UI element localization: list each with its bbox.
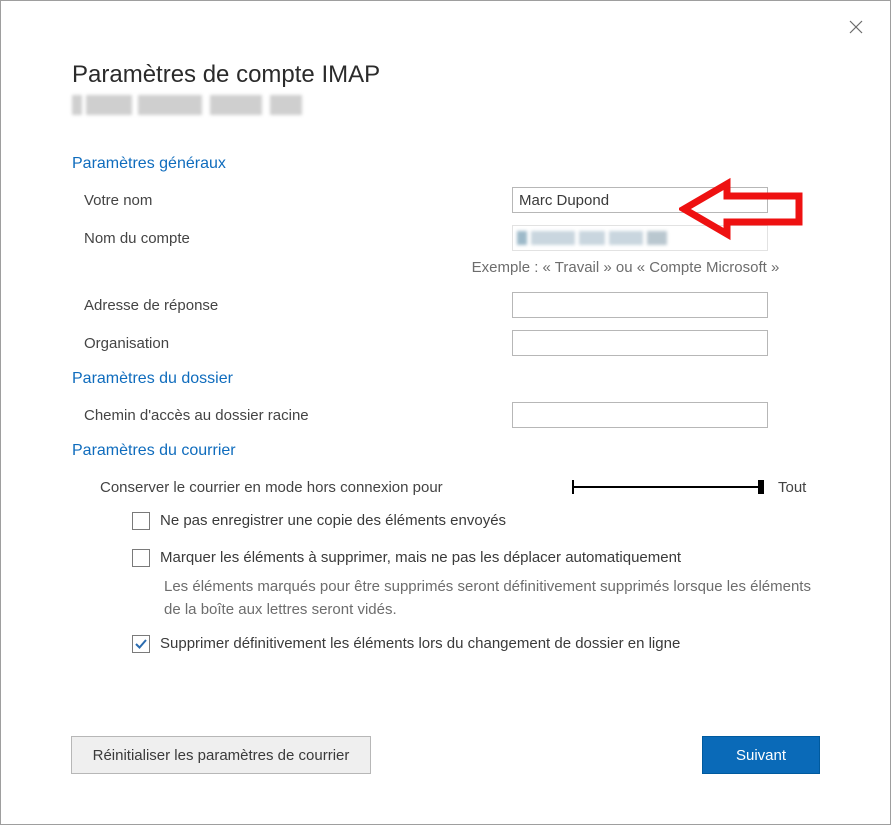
section-folder-heading: Paramètres du dossier [72, 370, 819, 388]
next-button[interactable]: Suivant [702, 736, 820, 774]
offline-duration-label: Conserver le courrier en mode hors conne… [72, 479, 572, 496]
root-path-label: Chemin d'accès au dossier racine [72, 407, 512, 424]
mark-delete-helper: Les éléments marqués pour être supprimés… [72, 576, 819, 625]
no-save-sent-checkbox[interactable] [132, 512, 150, 530]
account-name-example-hint: Exemple : « Travail » ou « Compte Micros… [432, 259, 819, 276]
reply-address-input[interactable] [512, 292, 768, 318]
your-name-label: Votre nom [72, 192, 512, 209]
account-name-label: Nom du compte [72, 230, 512, 247]
offline-duration-value: Tout [778, 479, 806, 496]
reply-address-label: Adresse de réponse [72, 297, 512, 314]
offline-duration-slider[interactable] [572, 478, 762, 496]
section-general-heading: Paramètres généraux [72, 155, 819, 173]
dialog-title: Paramètres de compte IMAP [72, 61, 855, 89]
purge-label: Supprimer définitivement les éléments lo… [160, 633, 680, 654]
account-name-input-redacted[interactable] [512, 225, 768, 251]
organization-input[interactable] [512, 330, 768, 356]
no-save-sent-label: Ne pas enregistrer une copie des élément… [160, 510, 506, 531]
organization-label: Organisation [72, 335, 512, 352]
reset-mail-settings-button[interactable]: Réinitialiser les paramètres de courrier [71, 736, 371, 774]
imap-settings-dialog: Paramètres de compte IMAP Paramètres gén… [0, 0, 891, 825]
account-email-redacted [72, 95, 302, 115]
root-path-input[interactable] [512, 402, 768, 428]
purge-checkbox[interactable] [132, 635, 150, 653]
your-name-input[interactable] [512, 187, 768, 213]
close-icon[interactable] [844, 15, 868, 39]
mark-delete-checkbox[interactable] [132, 549, 150, 567]
mark-delete-label: Marquer les éléments à supprimer, mais n… [160, 547, 681, 568]
section-mail-heading: Paramètres du courrier [72, 442, 819, 460]
